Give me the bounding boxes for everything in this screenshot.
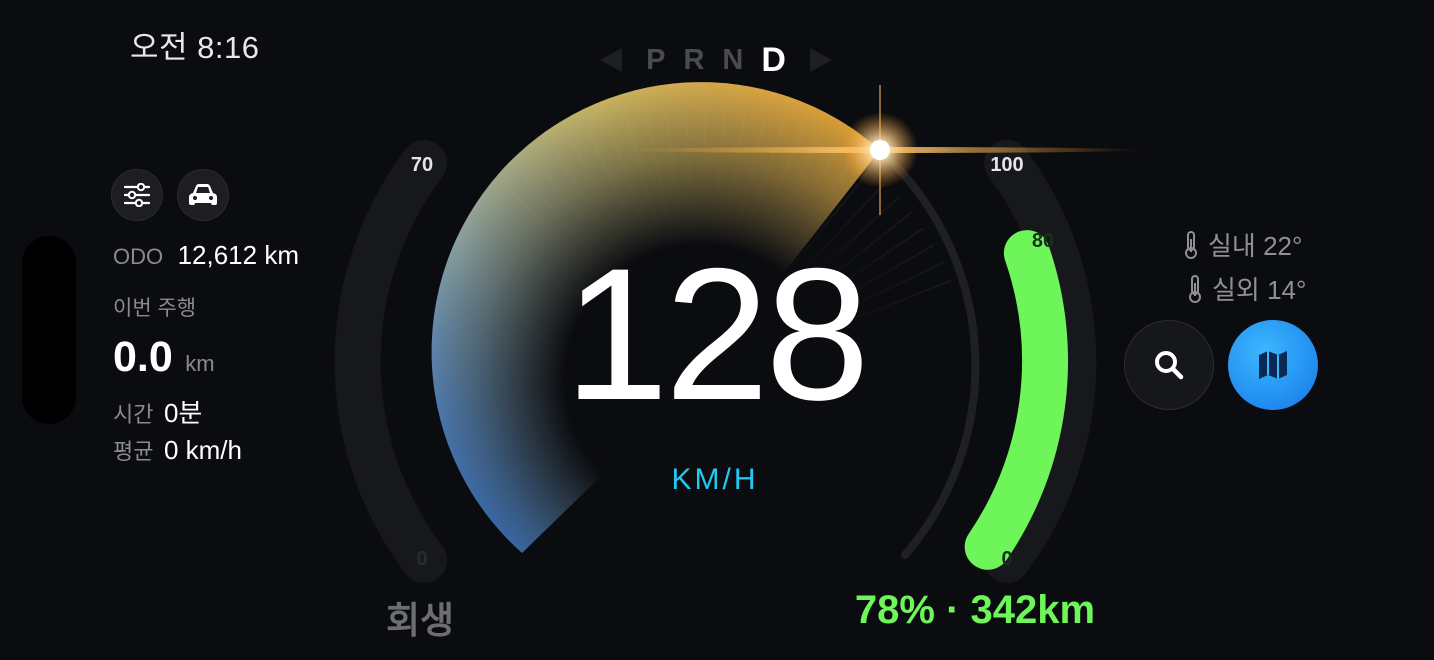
trip-time-value: 0분 — [163, 398, 203, 428]
search-icon — [1155, 351, 1184, 380]
car-icon — [189, 184, 217, 205]
battery-gauge-level-label: 80 — [1031, 230, 1055, 252]
side-handle[interactable] — [22, 236, 76, 424]
map-button[interactable] — [1228, 320, 1318, 410]
odo-value: 12,612 km — [177, 240, 299, 270]
inside-temperature: 실내 22° — [1182, 226, 1302, 263]
map-icon — [1259, 351, 1287, 379]
odo-label: ODO — [113, 244, 164, 269]
speed-value: 128 — [564, 229, 870, 439]
thermometer-icon — [1185, 230, 1197, 259]
trip-time-label: 시간 — [113, 402, 154, 427]
battery-gauge-bottom-label: 0 — [1001, 548, 1013, 570]
regen-gauge-bottom-label: 0 — [416, 548, 428, 570]
trip-distance-value: 0.0 — [113, 333, 173, 381]
gear-d[interactable]: D — [761, 41, 786, 80]
outside-temperature-label: 실외 14° — [1212, 275, 1307, 305]
current-trip-label: 이번 주행 — [113, 297, 197, 320]
regen-gauge-top-label: 70 — [410, 154, 434, 176]
trip-distance: 0.0 km — [113, 333, 215, 382]
battery-gauge-top-label: 100 — [990, 154, 1024, 176]
inside-temperature-label: 실내 22° — [1208, 231, 1303, 261]
trip-average: 평균 0 km/h — [113, 434, 242, 466]
trip-distance-unit: km — [185, 351, 215, 376]
gear-selector[interactable]: P R N D — [516, 38, 916, 82]
settings-button[interactable] — [111, 169, 163, 221]
regen-label: 회생 — [385, 600, 455, 641]
battery-range: 78% · 342km — [854, 588, 1096, 632]
trip-average-value: 0 km/h — [163, 435, 242, 465]
odometer: ODO 12,612 km — [113, 240, 299, 271]
gear-p[interactable]: P — [646, 44, 665, 77]
clock: 오전 8:16 — [130, 30, 260, 65]
outside-temperature: 실외 14° — [1186, 270, 1306, 307]
search-button[interactable] — [1124, 320, 1214, 410]
vehicle-button[interactable] — [177, 169, 229, 221]
gear-r[interactable]: R — [683, 44, 704, 77]
gear-n[interactable]: N — [722, 44, 743, 77]
thermometer-icon — [1189, 274, 1201, 303]
trip-time: 시간 0분 — [113, 393, 202, 430]
trip-average-label: 평균 — [113, 439, 154, 464]
sliders-icon — [123, 183, 151, 207]
speed-unit: KM/H — [671, 463, 759, 496]
